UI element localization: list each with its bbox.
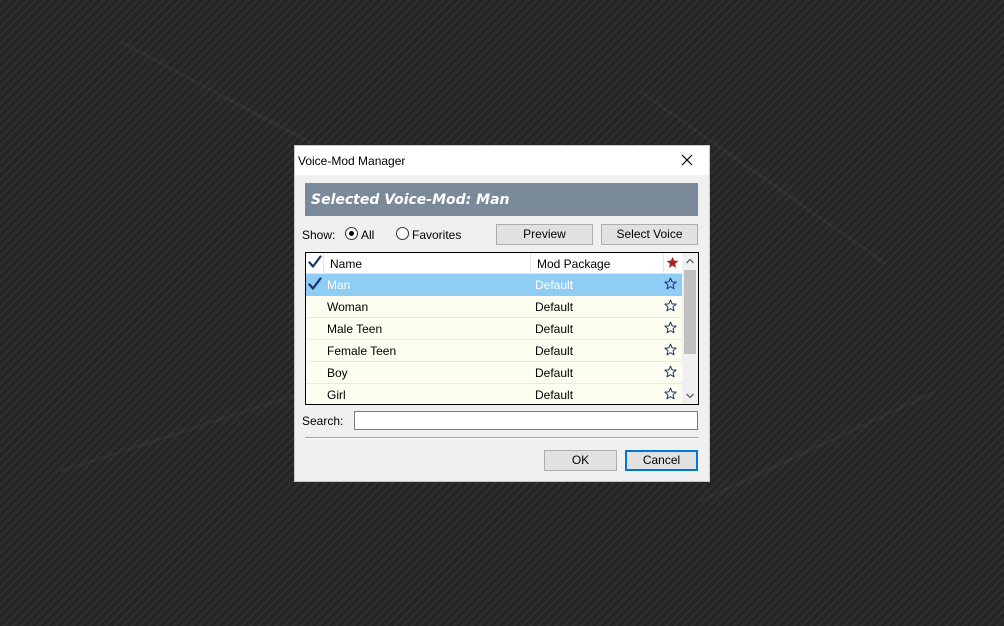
- header-name-column[interactable]: Name: [324, 253, 531, 273]
- selected-voice-banner: Selected Voice-Mod: Man: [305, 183, 698, 216]
- voice-list: Name Mod Package Man Default Woman Default M…: [305, 252, 699, 405]
- row-name: Male Teen: [327, 322, 383, 336]
- show-label: Show:: [302, 228, 336, 242]
- table-row[interactable]: Female Teen Default: [306, 340, 682, 362]
- header-favorite-column[interactable]: [664, 253, 682, 273]
- window-title: Voice-Mod Manager: [298, 154, 406, 168]
- radio-favorites-label: Favorites: [412, 228, 462, 242]
- table-row[interactable]: Male Teen Default: [306, 318, 682, 340]
- row-name: Girl: [327, 388, 346, 402]
- favorite-star-icon[interactable]: [664, 365, 677, 378]
- row-package: Default: [535, 322, 574, 336]
- check-icon: [308, 277, 322, 290]
- row-name: Man: [327, 278, 351, 292]
- row-package: Default: [535, 366, 574, 380]
- table-row[interactable]: Woman Default: [306, 296, 682, 318]
- row-package: Default: [535, 388, 574, 402]
- selected-voice-text: Selected Voice-Mod: Man: [311, 192, 510, 208]
- favorite-star-icon[interactable]: [664, 321, 677, 334]
- favorite-star-icon[interactable]: [664, 343, 677, 356]
- table-row[interactable]: Girl Default: [306, 384, 682, 404]
- table-row[interactable]: Man Default: [306, 274, 682, 296]
- star-icon: [666, 256, 679, 268]
- radio-circle: [396, 227, 409, 240]
- scroll-down-button[interactable]: [682, 388, 698, 404]
- search-input[interactable]: [354, 411, 698, 430]
- header-check-column[interactable]: [306, 253, 324, 273]
- row-package: Default: [535, 344, 574, 358]
- title-bar: Voice-Mod Manager: [295, 146, 709, 175]
- row-package: Default: [535, 278, 574, 292]
- row-name: Boy: [327, 366, 348, 380]
- chevron-up-icon: [686, 258, 694, 264]
- cancel-button[interactable]: Cancel: [625, 450, 698, 471]
- row-name: Woman: [327, 300, 369, 314]
- background-stroke: [699, 390, 936, 503]
- favorite-star-icon[interactable]: [664, 277, 677, 290]
- table-row[interactable]: Boy Default: [306, 362, 682, 384]
- voice-mod-manager-dialog: Voice-Mod Manager Selected Voice-Mod: Ma…: [294, 145, 710, 482]
- favorite-star-icon[interactable]: [664, 387, 677, 400]
- ok-button[interactable]: OK: [544, 450, 617, 471]
- radio-circle: [345, 227, 358, 240]
- scroll-up-button[interactable]: [682, 253, 698, 269]
- check-icon: [308, 255, 322, 268]
- chevron-down-icon: [686, 393, 694, 399]
- row-package: Default: [535, 300, 574, 314]
- search-label: Search:: [302, 414, 344, 428]
- scroll-thumb[interactable]: [684, 270, 696, 354]
- preview-button[interactable]: Preview: [496, 224, 593, 245]
- header-name-label: Name: [330, 257, 363, 271]
- select-voice-button[interactable]: Select Voice: [601, 224, 698, 245]
- radio-all-label: All: [361, 228, 375, 242]
- list-header: Name Mod Package: [306, 253, 682, 274]
- footer-separator: [305, 437, 698, 439]
- list-scrollbar[interactable]: [682, 253, 698, 404]
- close-button[interactable]: [667, 146, 707, 175]
- header-package-label: Mod Package: [537, 257, 611, 271]
- close-icon: [681, 154, 693, 166]
- row-name: Female Teen: [327, 344, 397, 358]
- favorite-star-icon[interactable]: [664, 299, 677, 312]
- radio-dot: [349, 231, 354, 236]
- header-package-column[interactable]: Mod Package: [531, 253, 664, 273]
